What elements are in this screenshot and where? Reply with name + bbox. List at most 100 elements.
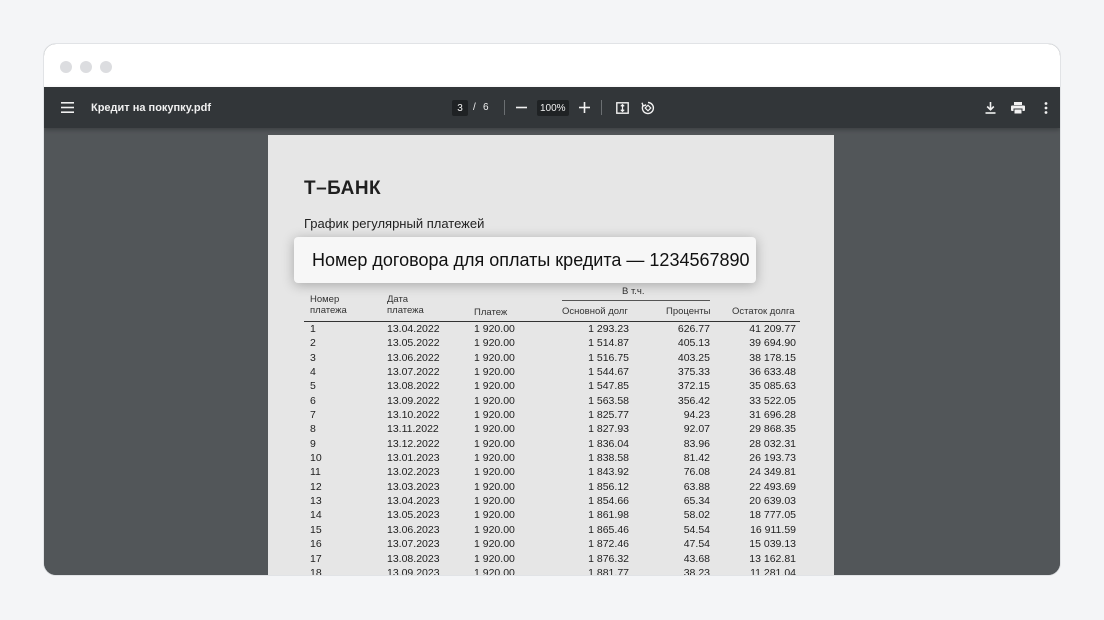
table-cell: 356.42 [677,394,710,407]
table-cell: 1 825.77 [588,409,629,422]
table-cell: 11 [310,466,321,479]
document-title: График регулярный платежей [304,216,485,231]
table-row: 7 13.10.2022 1 920.00 1 825.77 94.23 31 696.2… [304,408,800,422]
table-row: 11 13.02.2023 1 920.00 1 843.92 76.08 24 349.… [304,465,800,479]
table-cell: 18 777.05 [749,509,796,522]
pdf-toolbar: Кредит на покупку.pdf 3 / 6 100% [44,87,1060,128]
table-cell: 1 [310,323,316,335]
table-cell: 1 920.00 [474,466,515,479]
table-cell: 1 920.00 [474,409,515,422]
table-cell: 81.42 [683,452,710,465]
table-cell: 83.96 [683,437,710,450]
fit-to-page-icon[interactable] [615,87,629,128]
table-cell: 1 563.58 [588,394,629,407]
table-cell: 1 856.12 [588,480,629,493]
column-header-interest: Проценты [666,306,711,317]
table-row: 4 13.07.2022 1 920.00 1 544.67 375.33 36 633.… [304,365,800,379]
table-cell: 9 [310,437,316,450]
table-cell: 1 920.00 [474,380,515,393]
table-row: 16 13.07.2023 1 920.00 1 872.46 47.54 15 039.… [304,537,800,551]
table-row: 6 13.09.2022 1 920.00 1 563.58 356.42 33 522.… [304,394,800,408]
table-cell: 14 [310,509,322,522]
column-header-payment: Платеж [474,307,508,318]
table-cell: 1 920.00 [474,566,515,575]
table-cell: 39 694.90 [749,337,796,350]
table-cell: 13.08.2022 [387,380,440,393]
table-cell: 92.07 [683,423,710,436]
table-cell: 1 920.00 [474,323,515,335]
column-header-group: В т.ч. [622,286,645,297]
table-row: 18 13.09.2023 1 920.00 1 881.77 38.23 11 281.… [304,566,800,575]
table-cell: 626.77 [677,323,710,335]
table-cell: 1 920.00 [474,538,515,551]
table-cell: 3 [310,351,316,364]
table-cell: 43.68 [683,552,710,565]
rotate-icon[interactable] [641,87,655,128]
column-header-balance: Остаток долга [732,306,795,317]
table-cell: 2 [310,337,316,350]
table-cell: 6 [310,394,316,407]
page-number-input[interactable]: 3 [452,100,468,116]
table-cell: 15 039.13 [749,538,796,551]
table-cell: 5 [310,380,316,393]
table-cell: 35 085.63 [749,380,796,393]
page-separator: / [473,102,476,113]
table-cell: 13.02.2023 [387,466,440,479]
table-row: 12 13.03.2023 1 920.00 1 856.12 63.88 22 493.… [304,480,800,494]
table-cell: 20 639.03 [749,495,796,508]
table-cell: 12 [310,480,322,493]
table-cell: 375.33 [677,366,710,379]
print-icon[interactable] [1010,87,1026,128]
table-row: 13 13.04.2023 1 920.00 1 854.66 65.34 20 639.… [304,494,800,508]
table-cell: 1 920.00 [474,351,515,364]
table-cell: 403.25 [677,351,710,364]
table-cell: 13.07.2022 [387,366,440,379]
table-cell: 31 696.28 [749,409,796,422]
table-cell: 24 349.81 [749,466,796,479]
menu-icon[interactable] [60,87,74,128]
table-cell: 13 [310,495,322,508]
table-cell: 1 854.66 [588,495,629,508]
table-row: 3 13.06.2022 1 920.00 1 516.75 403.25 38 178.… [304,351,800,365]
table-cell: 13.07.2023 [387,538,440,551]
table-cell: 22 493.69 [749,480,796,493]
table-cell: 33 522.05 [749,394,796,407]
zoom-level-input[interactable]: 100% [537,100,569,116]
table-cell: 1 920.00 [474,337,515,350]
download-icon[interactable] [983,87,997,128]
table-cell: 1 920.00 [474,509,515,522]
window-control-dot[interactable] [80,61,92,73]
table-row: 1 13.04.2022 1 920.00 1 293.23 626.77 41 209.… [304,322,800,336]
window-control-dot[interactable] [60,61,72,73]
window-control-dot[interactable] [100,61,112,73]
table-row: 14 13.05.2023 1 920.00 1 861.98 58.02 18 777.… [304,508,800,522]
more-vertical-icon[interactable] [1042,87,1050,128]
table-cell: 15 [310,523,322,536]
table-cell: 8 [310,423,316,436]
minus-icon[interactable] [514,87,528,128]
table-cell: 1 547.85 [588,380,629,393]
table-cell: 1 920.00 [474,423,515,436]
table-row: 9 13.12.2022 1 920.00 1 836.04 83.96 28 032.3… [304,437,800,451]
table-row: 5 13.08.2022 1 920.00 1 547.85 372.15 35 085.… [304,379,800,393]
plus-icon[interactable] [577,87,591,128]
table-cell: 13.04.2022 [387,323,440,335]
table-cell: 1 920.00 [474,523,515,536]
document-filename: Кредит на покупку.pdf [91,101,212,114]
column-header-principal: Основной долг [562,306,628,317]
pdf-viewer-canvas[interactable]: Т–БАНК График регулярный платежей Номер … [44,128,1060,575]
table-cell: 13.05.2022 [387,337,440,350]
table-cell: 13.05.2023 [387,509,440,522]
header-line: платежа [310,305,347,316]
table-cell: 13.12.2022 [387,437,440,450]
table-cell: 1 920.00 [474,552,515,565]
table-cell: 1 544.67 [588,366,629,379]
window-titlebar [44,44,1060,87]
table-cell: 47.54 [683,538,710,551]
table-cell: 16 911.59 [750,523,796,536]
table-cell: 26 193.73 [749,452,796,465]
table-cell: 18 [310,566,322,575]
table-cell: 1 881.77 [588,566,629,575]
table-cell: 13.08.2023 [387,552,440,565]
table-cell: 1 920.00 [474,480,515,493]
